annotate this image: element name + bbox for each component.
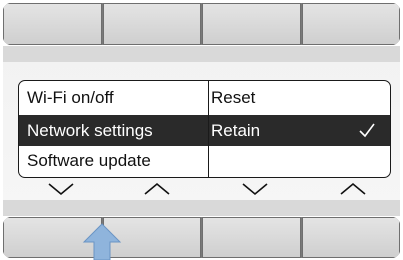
- menu-right-column: Reset Retain: [209, 81, 390, 177]
- option-empty: [209, 145, 390, 176]
- chevron-up-icon: [340, 182, 366, 195]
- top-softkey-4[interactable]: [301, 3, 400, 45]
- screen-top-band: [3, 46, 400, 62]
- menu-item-wifi[interactable]: Wi-Fi on/off: [19, 82, 208, 113]
- option-label: Retain: [211, 120, 261, 140]
- chevron-down-icon: [48, 183, 74, 196]
- option-label: Reset: [211, 87, 256, 107]
- device-panel: Wi-Fi on/off Network settings Software u…: [0, 0, 403, 260]
- option-retain[interactable]: Retain: [209, 115, 390, 146]
- top-softkey-2[interactable]: [102, 3, 201, 45]
- chevron-down-icon: [242, 183, 268, 196]
- checkmark-icon: [359, 123, 375, 138]
- option-reset[interactable]: Reset: [209, 82, 390, 113]
- bottom-softkey-3[interactable]: [202, 217, 301, 258]
- top-softkey-row: [3, 3, 400, 45]
- menu-item-label: Software update: [27, 150, 151, 170]
- chevron-up-icon: [144, 182, 170, 195]
- bottom-softkey-row: [3, 217, 400, 258]
- menu-item-software-update[interactable]: Software update: [19, 145, 208, 176]
- menu-panel: Wi-Fi on/off Network settings Software u…: [18, 80, 391, 178]
- bottom-softkey-4[interactable]: [301, 217, 400, 258]
- top-softkey-3[interactable]: [202, 3, 301, 45]
- menu-item-label: Wi-Fi on/off: [27, 87, 114, 107]
- press-arrow-icon: [82, 223, 122, 260]
- softkey-arrow-row: [3, 181, 400, 205]
- menu-item-label: Network settings: [27, 120, 153, 140]
- menu-item-network-settings[interactable]: Network settings: [19, 115, 208, 146]
- top-softkey-1[interactable]: [3, 3, 102, 45]
- menu-left-column: Wi-Fi on/off Network settings Software u…: [19, 81, 209, 177]
